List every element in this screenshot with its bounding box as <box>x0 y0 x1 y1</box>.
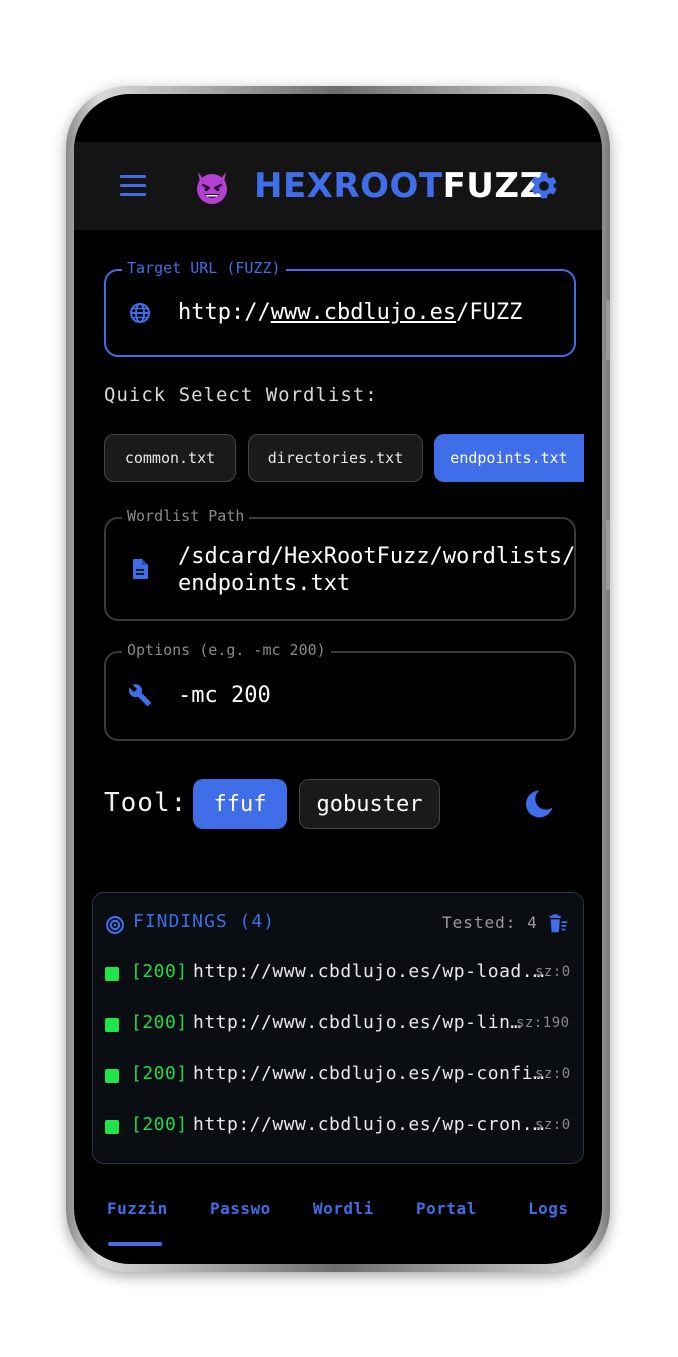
menu-icon[interactable] <box>120 175 146 197</box>
status-indicator <box>105 1120 119 1134</box>
nav-item-portal[interactable]: Portal <box>416 1199 477 1218</box>
status-indicator <box>105 967 119 981</box>
quick-select-label: Quick Select Wordlist: <box>104 384 378 406</box>
status-indicator <box>105 1018 119 1032</box>
wordlist-path-field[interactable]: Wordlist Path /sdcard/HexRootFuzz/wordli… <box>104 507 576 621</box>
finding-size: sz:0 <box>535 1117 571 1133</box>
power-button <box>606 520 610 590</box>
finding-url: http://www.cbdlujo.es/wp-confi… <box>193 1063 545 1084</box>
gear-icon[interactable] <box>528 170 560 202</box>
tool-gobuster-button[interactable]: gobuster <box>299 779 440 829</box>
finding-row[interactable]: [200] http://www.cbdlujo.es/wp-lin… sz:1… <box>105 1012 575 1040</box>
wrench-icon <box>128 684 151 706</box>
moon-icon[interactable] <box>522 787 556 821</box>
clear-list-icon[interactable] <box>547 913 569 935</box>
finding-size: sz:0 <box>535 964 571 980</box>
options-value: -mc 200 <box>178 683 271 708</box>
tool-ffuf-button[interactable]: ffuf <box>193 779 287 829</box>
app-title: HEXROOTFUZZ <box>254 162 545 210</box>
findings-panel: FINDINGS (4) Tested: 4 [200] http://www.… <box>92 892 584 1164</box>
app-bar: HEXROOTFUZZ <box>74 142 602 230</box>
globe-icon <box>130 303 150 323</box>
finding-status: [200] <box>131 1114 188 1135</box>
finding-status: [200] <box>131 961 188 982</box>
target-icon <box>106 916 124 934</box>
wordlist-path-label: Wordlist Path <box>122 507 250 525</box>
devil-icon <box>197 172 227 204</box>
target-url-label: Target URL (FUZZ) <box>122 259 286 277</box>
wordlist-chip-directories[interactable]: directories.txt <box>248 434 423 482</box>
finding-row[interactable]: [200] http://www.cbdlujo.es/wp-cron.… sz… <box>105 1114 575 1142</box>
finding-status: [200] <box>131 1012 188 1033</box>
target-url-value: http://www.cbdlujo.es/FUZZ <box>178 300 523 325</box>
finding-status: [200] <box>131 1063 188 1084</box>
wordlist-chip-endpoints[interactable]: endpoints.txt <box>434 434 584 482</box>
nav-item-passwords[interactable]: Passwo <box>210 1199 271 1218</box>
tested-count: Tested: 4 <box>442 913 538 932</box>
app-screen: HEXROOTFUZZ Target URL (FUZZ) http://www… <box>74 94 602 1264</box>
nav-active-indicator <box>108 1242 162 1246</box>
brand-part-1: HEXROOT <box>254 166 443 206</box>
target-domain-link: www.cbdlujo.es <box>270 300 457 325</box>
target-url-field[interactable]: Target URL (FUZZ) http://www.cbdlujo.es/… <box>104 259 576 357</box>
status-indicator <box>105 1069 119 1083</box>
volume-button <box>606 300 610 360</box>
wordlist-chip-common[interactable]: common.txt <box>104 434 236 482</box>
nav-item-fuzzing[interactable]: Fuzzin <box>107 1199 168 1218</box>
wordlist-path-value: /sdcard/HexRootFuzz/wordlists/ endpoints… <box>178 544 576 596</box>
finding-url: http://www.cbdlujo.es/wp-lin… <box>193 1012 522 1033</box>
finding-url: http://www.cbdlujo.es/wp-load.… <box>193 961 545 982</box>
finding-row[interactable]: [200] http://www.cbdlujo.es/wp-confi… sz… <box>105 1063 575 1091</box>
finding-size: sz:190 <box>516 1015 570 1031</box>
finding-row[interactable]: [200] http://www.cbdlujo.es/wp-load.… sz… <box>105 961 575 989</box>
options-field[interactable]: Options (e.g. -mc 200) -mc 200 <box>104 641 576 741</box>
nav-item-logs[interactable]: Logs <box>528 1199 569 1218</box>
nav-item-wordlists[interactable]: Wordli <box>313 1199 374 1218</box>
findings-title: FINDINGS (4) <box>133 911 276 932</box>
finding-url: http://www.cbdlujo.es/wp-cron.… <box>193 1114 545 1135</box>
document-icon <box>133 559 148 579</box>
finding-size: sz:0 <box>535 1066 571 1082</box>
options-label: Options (e.g. -mc 200) <box>122 641 331 659</box>
tool-label: Tool: <box>104 788 188 818</box>
